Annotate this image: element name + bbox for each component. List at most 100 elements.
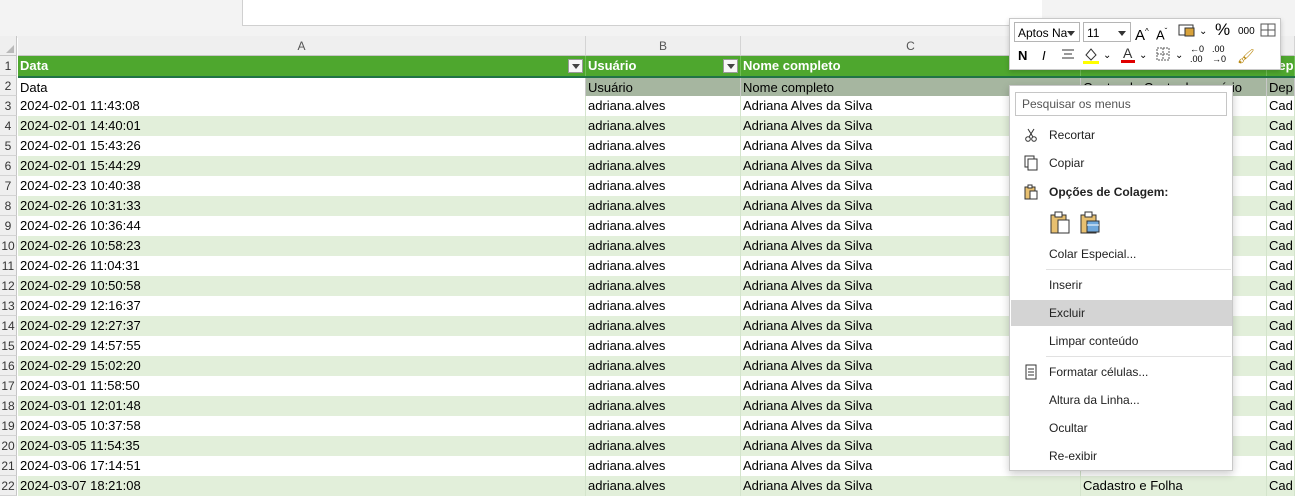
menu-item-cut[interactable]: Recortar: [1011, 122, 1232, 148]
cell-date[interactable]: 2024-02-29 15:02:20: [18, 356, 586, 376]
cell-name[interactable]: Adriana Alves da Silva: [741, 476, 1081, 496]
cell[interactable]: Usuário: [586, 78, 741, 98]
column-header-b[interactable]: B: [586, 36, 741, 56]
fill-color-icon[interactable]: [1082, 46, 1100, 66]
cell-user[interactable]: adriana.alves: [586, 176, 741, 196]
row-header[interactable]: 7: [0, 176, 17, 196]
number-format-icon[interactable]: [1178, 22, 1196, 42]
filter-dropdown-icon[interactable]: [568, 59, 583, 73]
paste-values-icon[interactable]: [1079, 211, 1101, 235]
cell-date[interactable]: 2024-02-29 14:57:55: [18, 336, 586, 356]
cell-user[interactable]: adriana.alves: [586, 136, 741, 156]
cell-date[interactable]: 2024-03-05 10:37:58: [18, 416, 586, 436]
cell-user[interactable]: adriana.alves: [586, 296, 741, 316]
menu-item-copy[interactable]: Copiar: [1011, 150, 1232, 176]
cell-dep[interactable]: Cad: [1267, 116, 1295, 136]
cell-user[interactable]: adriana.alves: [586, 156, 741, 176]
cell-user[interactable]: adriana.alves: [586, 396, 741, 416]
cell-dep[interactable]: Cad: [1267, 356, 1295, 376]
borders-chevron-icon[interactable]: ⌄: [1175, 46, 1183, 66]
menu-item-insert[interactable]: Inserir: [1011, 272, 1232, 298]
center-align-icon[interactable]: [1060, 46, 1076, 66]
cell-date[interactable]: 2024-02-29 12:16:37: [18, 296, 586, 316]
row-header[interactable]: 4: [0, 116, 17, 136]
cell-dep[interactable]: Cad: [1267, 376, 1295, 396]
cell-dep[interactable]: Cad: [1267, 196, 1295, 216]
increase-decimal-icon[interactable]: ←0.00: [1190, 44, 1204, 64]
row-header[interactable]: 1: [0, 56, 17, 76]
filter-dropdown-icon[interactable]: [723, 59, 738, 73]
row-header[interactable]: 6: [0, 156, 17, 176]
cell-user[interactable]: adriana.alves: [586, 96, 741, 116]
cell-user[interactable]: adriana.alves: [586, 316, 741, 336]
cell-date[interactable]: 2024-02-01 15:43:26: [18, 136, 586, 156]
cell-dep[interactable]: Cad: [1267, 236, 1295, 256]
cell-selected[interactable]: Data: [18, 78, 586, 98]
fill-color-chevron-icon[interactable]: ⌄: [1103, 46, 1111, 66]
menu-search-input[interactable]: Pesquisar os menus: [1015, 92, 1227, 116]
menu-item-format-cells[interactable]: Formatar células...: [1011, 359, 1232, 385]
font-size-dropdown[interactable]: 11: [1083, 22, 1131, 42]
cell-user[interactable]: adriana.alves: [586, 196, 741, 216]
formula-input[interactable]: [242, 0, 1042, 26]
increase-font-icon[interactable]: A^: [1135, 22, 1149, 44]
cell-dep[interactable]: Cad: [1267, 436, 1295, 456]
font-color-icon[interactable]: A: [1120, 45, 1136, 65]
italic-button[interactable]: I: [1042, 46, 1046, 66]
paste-clipboard-icon[interactable]: [1049, 211, 1071, 235]
cell-date[interactable]: 2024-02-26 10:31:33: [18, 196, 586, 216]
cell-user[interactable]: adriana.alves: [586, 456, 741, 476]
row-header[interactable]: 9: [0, 216, 17, 236]
menu-item-hide[interactable]: Ocultar: [1011, 415, 1232, 441]
borders-icon[interactable]: [1155, 46, 1171, 66]
cell-cost-center[interactable]: Cadastro e Folha: [1081, 476, 1267, 496]
cell-user[interactable]: adriana.alves: [586, 436, 741, 456]
cell-date[interactable]: 2024-02-29 12:27:37: [18, 316, 586, 336]
cell-date[interactable]: 2024-03-01 11:58:50: [18, 376, 586, 396]
header-cell-data[interactable]: Data: [18, 56, 586, 76]
cell-date[interactable]: 2024-02-23 10:40:38: [18, 176, 586, 196]
cell-user[interactable]: adriana.alves: [586, 116, 741, 136]
row-header[interactable]: 3: [0, 96, 17, 116]
row-header[interactable]: 22: [0, 476, 17, 496]
row-header[interactable]: 17: [0, 376, 17, 396]
row-header[interactable]: 16: [0, 356, 17, 376]
decrease-font-icon[interactable]: Aˇ: [1156, 22, 1167, 42]
row-header[interactable]: 12: [0, 276, 17, 296]
row-header[interactable]: 19: [0, 416, 17, 436]
cell-dep[interactable]: Cad: [1267, 476, 1295, 496]
row-header[interactable]: 8: [0, 196, 17, 216]
column-header-a[interactable]: A: [18, 36, 586, 56]
select-all-corner[interactable]: [0, 36, 17, 56]
cell-user[interactable]: adriana.alves: [586, 216, 741, 236]
number-format-chevron-icon[interactable]: ⌄: [1199, 22, 1207, 42]
percent-icon[interactable]: %: [1215, 20, 1230, 40]
cell-dep[interactable]: Cad: [1267, 336, 1295, 356]
cell-user[interactable]: adriana.alves: [586, 376, 741, 396]
font-name-dropdown[interactable]: Aptos Na: [1014, 22, 1080, 42]
format-table-icon[interactable]: [1260, 22, 1276, 42]
cell-user[interactable]: adriana.alves: [586, 356, 741, 376]
row-header[interactable]: 15: [0, 336, 17, 356]
format-painter-icon[interactable]: 🖌: [1237, 46, 1255, 66]
cell-user[interactable]: adriana.alves: [586, 336, 741, 356]
bold-button[interactable]: N: [1018, 46, 1027, 66]
cell-dep[interactable]: Cad: [1267, 216, 1295, 236]
menu-item-delete[interactable]: Excluir: [1011, 300, 1232, 326]
cell-date[interactable]: 2024-02-26 11:04:31: [18, 256, 586, 276]
cell-date[interactable]: 2024-02-01 14:40:01: [18, 116, 586, 136]
row-header[interactable]: 14: [0, 316, 17, 336]
row-header[interactable]: 21: [0, 456, 17, 476]
row-header[interactable]: 18: [0, 396, 17, 416]
menu-item-unhide[interactable]: Re-exibir: [1011, 443, 1232, 469]
cell-dep[interactable]: Cad: [1267, 156, 1295, 176]
cell-user[interactable]: adriana.alves: [586, 236, 741, 256]
cell-date[interactable]: 2024-02-29 10:50:58: [18, 276, 586, 296]
cell-date[interactable]: 2024-02-01 11:43:08: [18, 96, 586, 116]
cell-date[interactable]: 2024-03-07 18:21:08: [18, 476, 586, 496]
cell-dep[interactable]: Cad: [1267, 456, 1295, 476]
row-header[interactable]: 11: [0, 256, 17, 276]
cell-date[interactable]: 2024-02-01 15:44:29: [18, 156, 586, 176]
cell-dep[interactable]: Cad: [1267, 396, 1295, 416]
menu-item-row-height[interactable]: Altura da Linha...: [1011, 387, 1232, 413]
